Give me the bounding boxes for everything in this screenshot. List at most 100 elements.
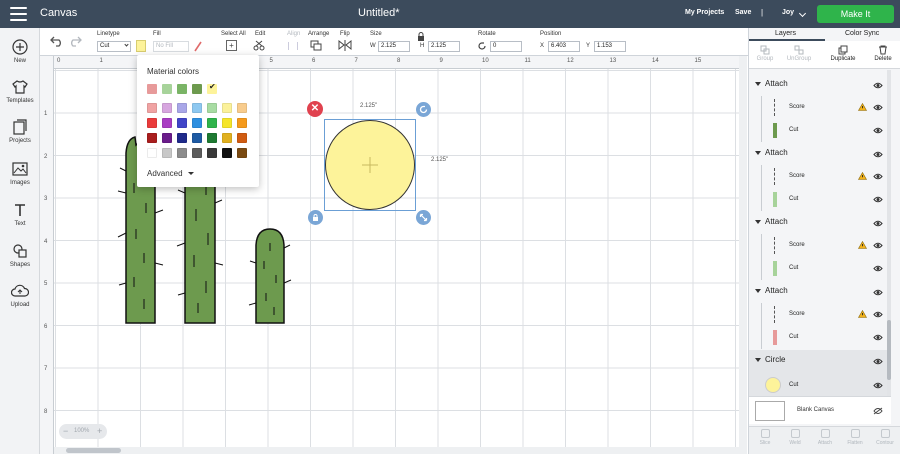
palette-swatch[interactable] [147, 103, 157, 113]
nav-text[interactable]: Text [0, 201, 40, 227]
palette-swatch[interactable] [237, 103, 247, 113]
palette-swatch[interactable] [162, 133, 172, 143]
group-button[interactable]: Group [751, 43, 779, 62]
eye-icon[interactable] [873, 151, 883, 158]
my-projects-link[interactable]: My Projects [685, 9, 724, 16]
eye-icon[interactable] [873, 220, 883, 227]
palette-swatch[interactable] [222, 133, 232, 143]
nav-images[interactable]: Images [0, 160, 40, 186]
palette-swatch[interactable] [177, 148, 187, 158]
eye-hidden-icon[interactable] [873, 407, 883, 415]
ungroup-button[interactable]: UnGroup [785, 43, 813, 62]
layer-group[interactable]: Attach [749, 74, 891, 96]
user-name[interactable]: Joy [782, 9, 794, 16]
fill-color-swatch[interactable] [136, 40, 146, 52]
save-button[interactable]: Save [735, 9, 751, 16]
select-all-button[interactable]: + [226, 40, 237, 51]
slice-button[interactable]: Slice [751, 429, 779, 446]
palette-swatch[interactable] [192, 148, 202, 158]
layer-group[interactable]: Circle [749, 350, 891, 372]
caret-down-icon[interactable] [755, 220, 761, 224]
palette-swatch[interactable] [192, 133, 202, 143]
make-it-button[interactable]: Make It [817, 5, 894, 23]
recent-swatch[interactable] [192, 84, 202, 94]
palette-swatch[interactable] [237, 118, 247, 128]
undo-icon[interactable] [50, 36, 64, 47]
recent-swatch[interactable] [147, 84, 157, 94]
zoom-out-button[interactable]: − [63, 426, 68, 436]
palette-swatch[interactable] [177, 103, 187, 113]
palette-swatch[interactable] [177, 133, 187, 143]
fill-select[interactable]: No Fill [153, 41, 189, 52]
lock-handle[interactable] [308, 210, 323, 225]
tab-layers[interactable]: Layers [775, 30, 796, 37]
delete-button[interactable]: Delete [869, 43, 897, 62]
layer-item[interactable]: Cut [749, 257, 891, 280]
palette-swatch[interactable] [207, 103, 217, 113]
rotate-input[interactable]: 0 [490, 41, 522, 52]
eye-icon[interactable] [873, 265, 883, 272]
palette-swatch[interactable] [147, 148, 157, 158]
y-position-input[interactable]: 1.153 [594, 41, 626, 52]
recent-swatch[interactable] [177, 84, 187, 94]
nav-shapes[interactable]: Shapes [0, 242, 40, 268]
horizontal-scrollbar[interactable] [54, 447, 739, 454]
nav-projects[interactable]: Projects [0, 118, 40, 144]
flatten-button[interactable]: Flatten [841, 429, 869, 446]
eye-icon[interactable] [873, 242, 883, 249]
palette-swatch[interactable] [237, 133, 247, 143]
palette-swatch[interactable] [147, 118, 157, 128]
nav-new[interactable]: New [0, 38, 40, 64]
palette-swatch[interactable] [207, 118, 217, 128]
palette-swatch[interactable] [147, 133, 157, 143]
palette-swatch[interactable] [162, 103, 172, 113]
blank-canvas-row[interactable]: Blank Canvas [749, 396, 891, 424]
palette-swatch[interactable] [222, 148, 232, 158]
layers-scroll-thumb[interactable] [887, 320, 891, 380]
weld-button[interactable]: Weld [781, 429, 809, 446]
palette-swatch[interactable] [237, 148, 247, 158]
eye-icon[interactable] [873, 104, 883, 111]
recent-swatch[interactable]: ✔ [207, 82, 217, 94]
layer-item[interactable]: Score [749, 165, 891, 188]
height-input[interactable]: 2.125 [428, 41, 460, 52]
nav-upload[interactable]: Upload [0, 282, 40, 308]
eye-icon[interactable] [873, 334, 883, 341]
palette-swatch[interactable] [177, 118, 187, 128]
duplicate-button[interactable]: Duplicate [829, 43, 857, 62]
advanced-dropdown[interactable]: Advanced [147, 169, 194, 178]
delete-handle[interactable]: ✕ [307, 101, 323, 117]
vertical-scrollbar[interactable] [739, 56, 747, 454]
layer-item[interactable]: Cut [749, 119, 891, 142]
scale-handle[interactable] [416, 210, 431, 225]
eye-icon[interactable] [873, 358, 883, 365]
palette-swatch[interactable] [222, 118, 232, 128]
eye-icon[interactable] [873, 382, 883, 389]
layer-group[interactable]: Attach [749, 143, 891, 165]
layer-group[interactable]: Attach [749, 281, 891, 303]
eye-icon[interactable] [873, 289, 883, 296]
nav-templates[interactable]: Templates [0, 78, 40, 104]
palette-swatch[interactable] [162, 148, 172, 158]
rotate-handle[interactable] [416, 102, 431, 117]
layer-item[interactable]: Cut [749, 188, 891, 211]
flip-icon[interactable] [338, 40, 352, 51]
palette-swatch[interactable] [207, 133, 217, 143]
contour-button[interactable]: Contour [871, 429, 899, 446]
eye-icon[interactable] [873, 311, 883, 318]
layer-group[interactable]: Attach [749, 212, 891, 234]
scissors-icon[interactable] [253, 40, 265, 51]
eye-icon[interactable] [873, 196, 883, 203]
palette-swatch[interactable] [192, 118, 202, 128]
eye-icon[interactable] [873, 173, 883, 180]
layer-item[interactable]: Score [749, 96, 891, 119]
scroll-thumb[interactable] [66, 448, 121, 453]
caret-down-icon[interactable] [755, 82, 761, 86]
palette-swatch[interactable] [162, 118, 172, 128]
x-position-input[interactable]: 6.403 [548, 41, 580, 52]
layer-item[interactable]: Score [749, 234, 891, 257]
menu-icon[interactable] [10, 7, 27, 21]
lock-icon[interactable] [417, 32, 425, 41]
attach-button[interactable]: Attach [811, 429, 839, 446]
arrange-icon[interactable] [310, 40, 324, 51]
